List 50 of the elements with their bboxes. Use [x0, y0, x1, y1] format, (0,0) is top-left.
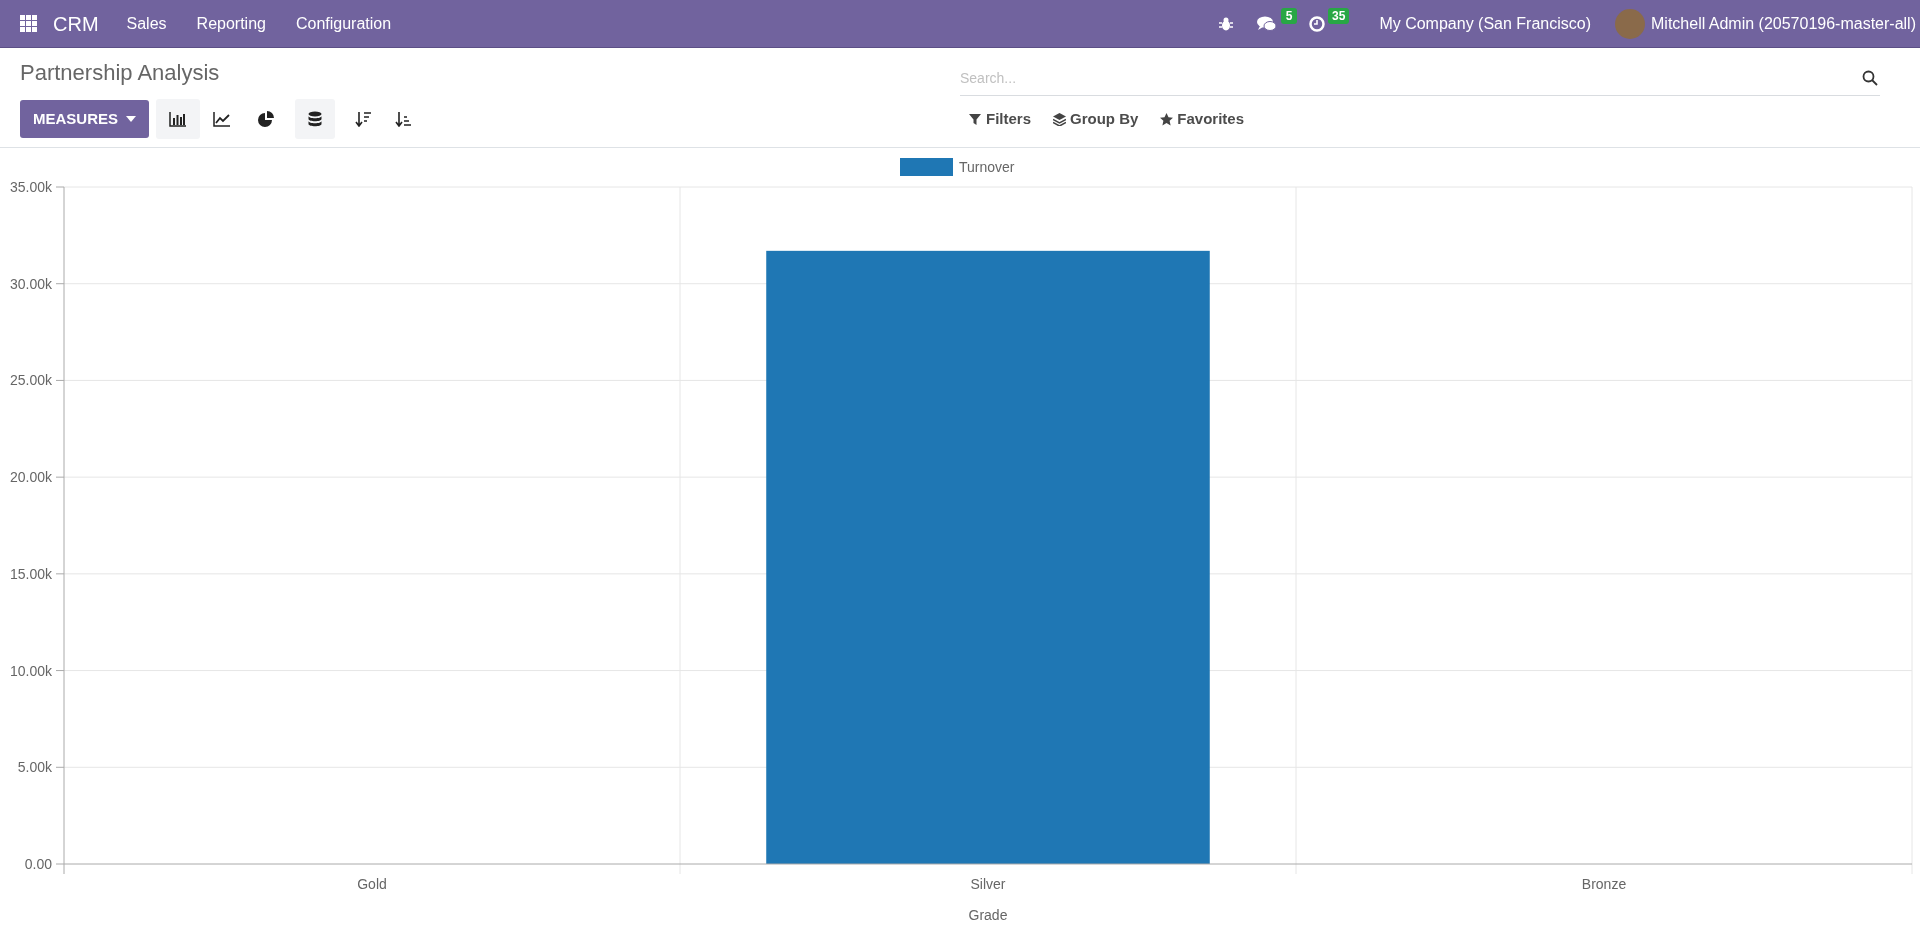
debug-button[interactable]: [1219, 16, 1234, 31]
legend-label[interactable]: Turnover: [959, 159, 1015, 175]
y-axis-tick-label: 5.00k: [17, 759, 52, 776]
x-axis-tick-label: Bronze: [1581, 876, 1627, 892]
y-axis-tick-label: 10.00k: [9, 662, 52, 679]
message-count-badge: 5: [1280, 7, 1298, 24]
x-axis-tick-label: Silver: [970, 876, 1006, 892]
line-chart-icon: [213, 111, 231, 127]
y-axis-tick-label: 35.00k: [9, 179, 52, 195]
y-axis-tick-label: 30.00k: [9, 275, 52, 292]
y-axis-tick-label: 0.00: [24, 856, 52, 872]
y-axis-tick-label: 25.00k: [9, 372, 52, 389]
menu-item[interactable]: Configuration: [295, 11, 392, 36]
database-icon: [308, 111, 322, 127]
menu-item[interactable]: Reporting: [196, 11, 266, 36]
activities-button[interactable]: 35: [1309, 7, 1350, 40]
clock-icon: [1309, 15, 1326, 32]
page-title: Partnership Analysis: [20, 60, 221, 86]
measures-button[interactable]: MEASURES: [20, 100, 149, 138]
caret-down-icon: [126, 116, 136, 122]
app-name-link[interactable]: CRM: [53, 8, 99, 39]
apps-grid-icon: [20, 15, 37, 32]
company-switcher[interactable]: My Company (San Francisco): [1379, 11, 1591, 36]
pie-chart-icon: [257, 111, 275, 127]
y-axis-tick-label: 20.00k: [9, 469, 52, 486]
chat-icon: [1257, 15, 1278, 32]
bug-icon: [1219, 16, 1234, 31]
sort-descending-icon: [355, 111, 371, 127]
activity-count-badge: 35: [1328, 7, 1350, 24]
menu-item[interactable]: Sales: [126, 11, 167, 36]
filter-icon: [969, 112, 982, 126]
search-option-dropdown[interactable]: Filters: [969, 108, 1031, 131]
chart-type-button[interactable]: [156, 99, 200, 139]
sort-ascending-icon: [395, 111, 411, 127]
search-icon: [1862, 70, 1878, 86]
search-option-dropdown[interactable]: Favorites: [1160, 108, 1245, 131]
y-axis-tick-label: 15.00k: [9, 565, 52, 582]
avatar-placeholder: [1615, 8, 1645, 39]
x-axis-tick-label: Gold: [357, 876, 387, 892]
search-option-dropdown[interactable]: Group By: [1053, 108, 1139, 131]
messages-button[interactable]: 5: [1257, 7, 1298, 40]
bar-chart-icon: [169, 111, 187, 127]
user-menu-button[interactable]: Mitchell Admin (20570196-master-all): [1615, 8, 1916, 39]
search-input[interactable]: Search...: [960, 60, 1880, 96]
legend-swatch[interactable]: [900, 158, 953, 176]
apps-menu-button[interactable]: [20, 15, 37, 32]
layers-icon: [1053, 112, 1066, 126]
stacked-toggle-button[interactable]: [295, 99, 335, 139]
x-axis-title: Grade: [968, 907, 1008, 923]
star-icon: [1160, 112, 1174, 126]
